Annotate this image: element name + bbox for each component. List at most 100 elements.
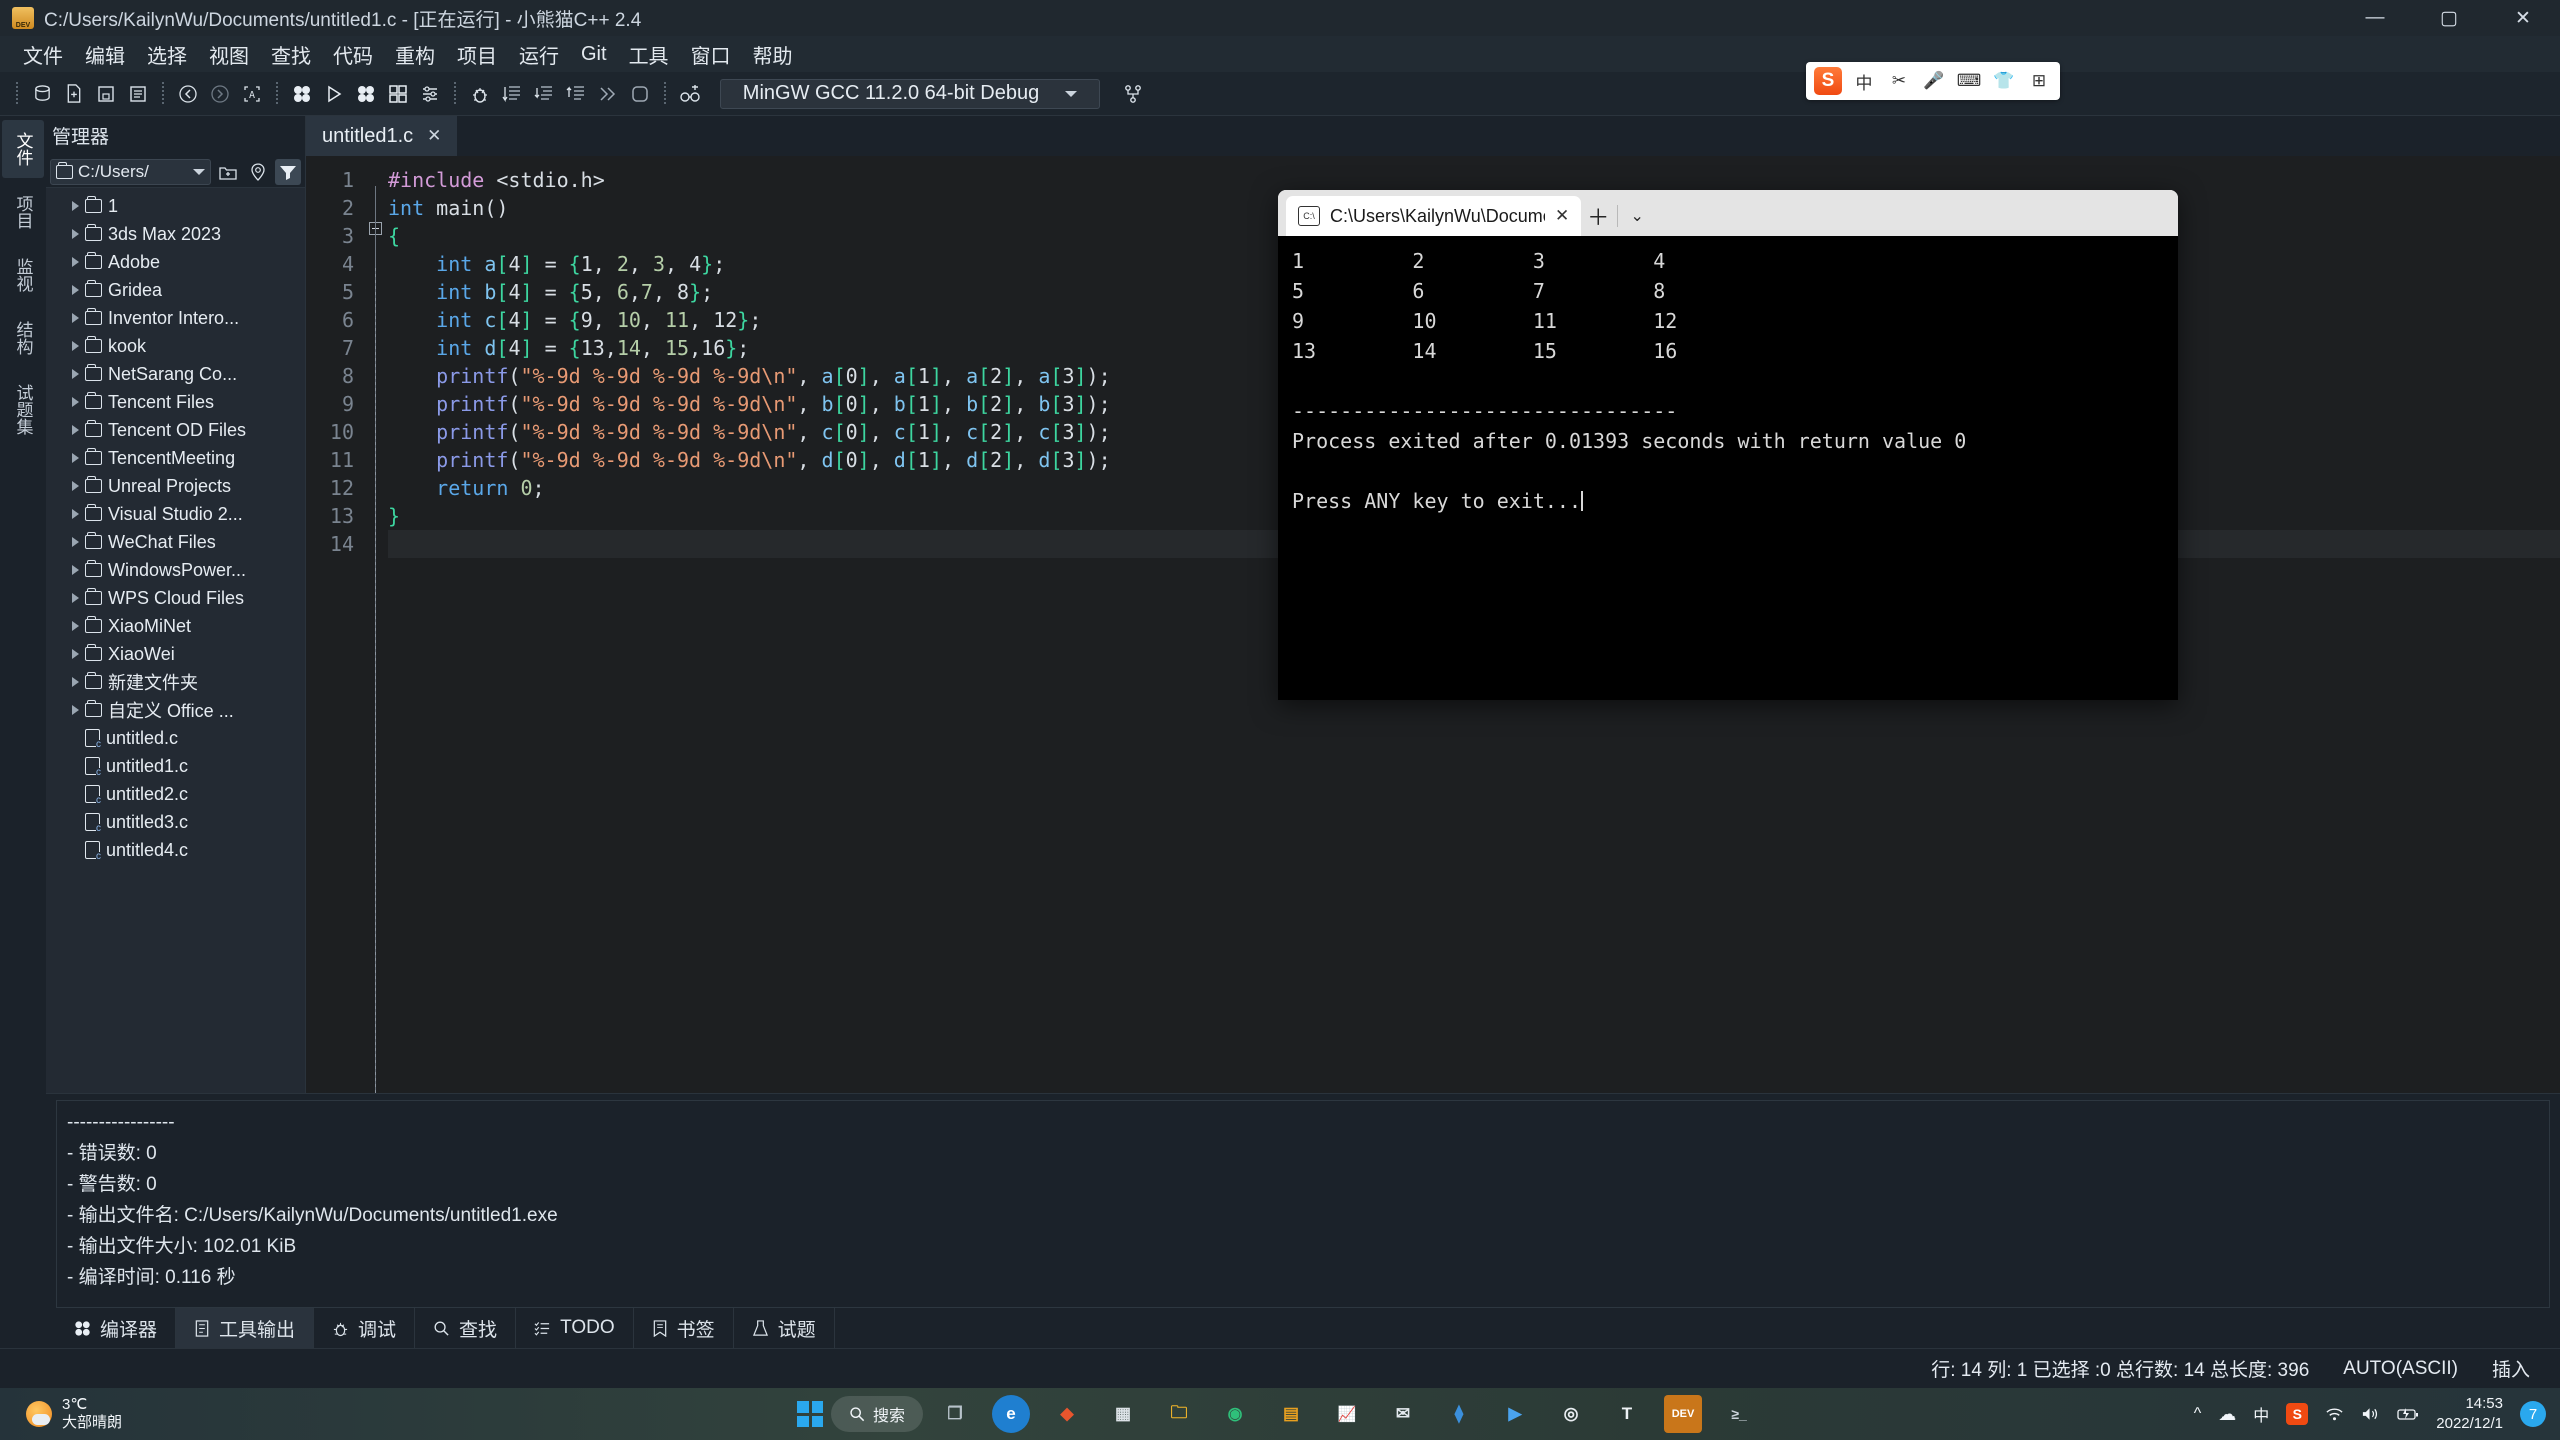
taskbar-app-explorer[interactable]: 🗀 — [1160, 1395, 1198, 1433]
rail-tab-problemset[interactable]: 试题集 — [2, 372, 44, 447]
chevron-right-icon[interactable] — [72, 285, 79, 295]
save-all-icon[interactable] — [123, 79, 153, 109]
tool-output-content[interactable]: ----------------- - 错误数: 0 - 警告数: 0 - 输出… — [56, 1100, 2550, 1308]
tree-item-folder[interactable]: Tencent Files — [46, 388, 305, 416]
taskbar-app-terminal[interactable]: ≥_ — [1720, 1395, 1758, 1433]
tree-item-file[interactable]: untitled2.c — [46, 780, 305, 808]
taskbar-app-pinwheel[interactable]: ▶ — [1496, 1395, 1534, 1433]
ime-toolbox-icon[interactable]: ⊞ — [2026, 68, 2052, 94]
ime-punctuation-icon[interactable]: ✂ — [1886, 68, 1912, 94]
menu-help[interactable]: 帮助 — [742, 35, 804, 74]
ime-toolbar[interactable]: S 中 ✂ 🎤 ⌨ 👕 ⊞ — [1806, 62, 2060, 100]
ime-voice-icon[interactable]: 🎤 — [1921, 68, 1947, 94]
maximize-button[interactable]: ▢ — [2412, 0, 2486, 36]
compile-run-icon[interactable] — [351, 79, 381, 109]
close-icon[interactable]: ✕ — [1555, 206, 1569, 226]
encoding-label[interactable]: AUTO(ASCII) — [2343, 1358, 2458, 1380]
chevron-right-icon[interactable] — [72, 677, 79, 687]
rail-tab-structure[interactable]: 结构 — [2, 309, 44, 367]
taskbar-app-edge[interactable]: e — [992, 1395, 1031, 1433]
panel-tab-debug[interactable]: 调试 — [314, 1308, 416, 1348]
tree-item-folder[interactable]: Adobe — [46, 248, 305, 276]
locate-icon[interactable] — [245, 159, 271, 185]
chevron-right-icon[interactable] — [72, 593, 79, 603]
panel-tab-bookmark[interactable]: 书签 — [634, 1308, 734, 1348]
wifi-icon[interactable] — [2325, 1407, 2344, 1422]
menu-search[interactable]: 查找 — [260, 35, 322, 74]
windows-logo-icon[interactable] — [796, 1401, 823, 1427]
chevron-down-icon[interactable]: ⌄ — [1620, 196, 1654, 236]
close-icon[interactable]: ✕ — [427, 126, 441, 146]
editor-tab-untitled1[interactable]: untitled1.c ✕ — [306, 116, 458, 156]
taskbar-app-office[interactable]: ▤ — [1272, 1395, 1310, 1433]
notification-badge[interactable]: 7 — [2520, 1401, 2546, 1427]
sogou-icon[interactable]: S — [2286, 1403, 2309, 1425]
tree-item-folder[interactable]: WeChat Files — [46, 528, 305, 556]
save-icon[interactable] — [91, 79, 121, 109]
menu-git[interactable]: Git — [570, 38, 618, 71]
show-hidden-icons-icon[interactable]: ^ — [2194, 1405, 2202, 1423]
panel-tab-todo[interactable]: TODO — [516, 1308, 634, 1348]
tree-item-folder[interactable]: XiaoWei — [46, 640, 305, 668]
run-icon[interactable] — [319, 79, 349, 109]
taskbar-app-task-view[interactable]: ❐ — [936, 1395, 974, 1433]
back-icon[interactable] — [173, 79, 203, 109]
debug-icon[interactable] — [465, 79, 495, 109]
new-tab-button[interactable]: ＋ — [1581, 196, 1615, 236]
close-button[interactable]: ✕ — [2486, 0, 2560, 36]
ime-keyboard-icon[interactable]: ⌨ — [1956, 68, 1982, 94]
taskbar-app-mail[interactable]: ✉ — [1384, 1395, 1422, 1433]
taskbar-search[interactable]: 搜索 — [830, 1396, 924, 1432]
chevron-right-icon[interactable] — [72, 229, 79, 239]
rail-tab-watch[interactable]: 监视 — [2, 246, 44, 304]
path-input[interactable]: C:/Users/ — [50, 159, 211, 185]
options-icon[interactable] — [415, 79, 445, 109]
tree-item-folder[interactable]: WindowsPower... — [46, 556, 305, 584]
tree-item-folder[interactable]: 1 — [46, 192, 305, 220]
chevron-right-icon[interactable] — [72, 649, 79, 659]
chevron-right-icon[interactable] — [72, 705, 79, 715]
panel-tab-problem[interactable]: 试题 — [734, 1308, 835, 1348]
compile-icon[interactable] — [287, 79, 317, 109]
chevron-right-icon[interactable] — [72, 621, 79, 631]
menu-code[interactable]: 代码 — [322, 35, 384, 74]
chevron-right-icon[interactable] — [72, 313, 79, 323]
tree-item-folder[interactable]: WPS Cloud Files — [46, 584, 305, 612]
new-file-icon[interactable] — [59, 79, 89, 109]
chevron-right-icon[interactable] — [72, 565, 79, 575]
step-out-icon[interactable] — [561, 79, 591, 109]
tree-item-folder[interactable]: Unreal Projects — [46, 472, 305, 500]
menu-select[interactable]: 选择 — [136, 35, 198, 74]
taskbar-app-chart[interactable]: 📈 — [1328, 1395, 1366, 1433]
add-watch-icon[interactable] — [675, 79, 705, 109]
volume-icon[interactable] — [2361, 1406, 2380, 1422]
chevron-right-icon[interactable] — [72, 397, 79, 407]
minimize-button[interactable]: — — [2338, 0, 2412, 36]
chevron-right-icon[interactable] — [72, 201, 79, 211]
chevron-right-icon[interactable] — [72, 369, 79, 379]
ime-chinese-icon[interactable]: 中 — [2253, 1402, 2269, 1426]
panel-tab-compiler[interactable]: 编译器 — [56, 1308, 177, 1348]
tree-item-folder[interactable]: TencentMeeting — [46, 444, 305, 472]
continue-icon[interactable] — [593, 79, 623, 109]
tree-item-file[interactable]: untitled3.c — [46, 808, 305, 836]
sogou-icon[interactable]: S — [1814, 67, 1842, 95]
tree-item-folder[interactable]: 新建文件夹 — [46, 668, 305, 696]
tree-item-folder[interactable]: 3ds Max 2023 — [46, 220, 305, 248]
forward-icon[interactable] — [205, 79, 235, 109]
tree-item-folder[interactable]: Visual Studio 2... — [46, 500, 305, 528]
chevron-right-icon[interactable] — [72, 453, 79, 463]
taskbar-app-browser[interactable]: ◉ — [1216, 1395, 1254, 1433]
ime-mode-chinese[interactable]: 中 — [1851, 68, 1877, 94]
tree-item-file[interactable]: untitled1.c — [46, 752, 305, 780]
chevron-right-icon[interactable] — [72, 341, 79, 351]
compiler-set-select[interactable]: MinGW GCC 11.2.0 64-bit Debug — [720, 78, 1100, 109]
menu-refactor[interactable]: 重构 — [384, 35, 446, 74]
menu-view[interactable]: 视图 — [198, 35, 260, 74]
console-tab[interactable]: C:\ C:\Users\KailynWu\Document ✕ — [1286, 196, 1582, 236]
tree-item-folder[interactable]: Gridea — [46, 276, 305, 304]
chevron-right-icon[interactable] — [72, 257, 79, 267]
menu-window[interactable]: 窗口 — [680, 35, 742, 74]
tree-item-folder[interactable]: Inventor Intero... — [46, 304, 305, 332]
panel-tab-tool-output[interactable]: 工具输出 — [176, 1308, 315, 1348]
